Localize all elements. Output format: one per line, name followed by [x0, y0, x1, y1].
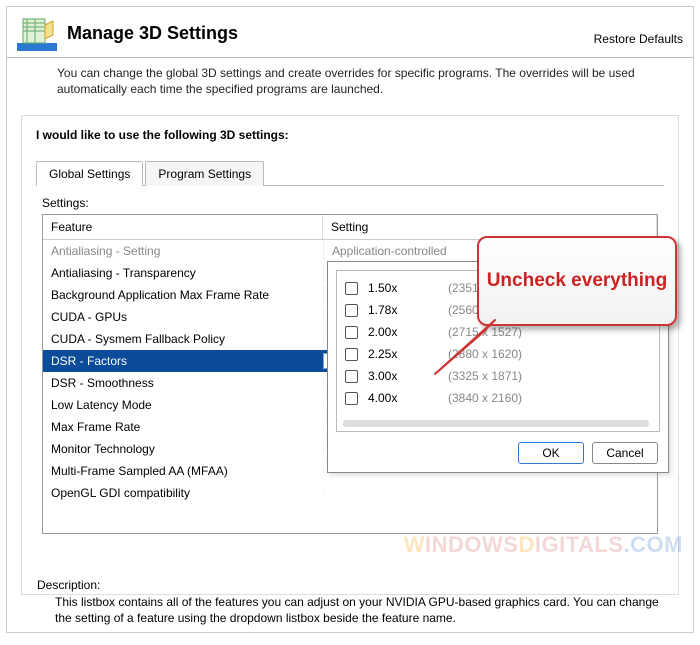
- settings-label: Settings:: [42, 196, 658, 210]
- callout-text: Uncheck everything: [487, 269, 668, 293]
- feature-cell: OpenGL GDI compatibility: [43, 484, 323, 502]
- feature-cell: Max Frame Rate: [43, 418, 323, 436]
- ok-button[interactable]: OK: [518, 442, 584, 464]
- feature-cell: Low Latency Mode: [43, 396, 323, 414]
- column-header-feature[interactable]: Feature: [43, 215, 323, 239]
- checkbox[interactable]: [345, 282, 358, 295]
- feature-cell: CUDA - GPUs: [43, 308, 323, 326]
- dsr-factor-label: 4.00x: [368, 391, 448, 405]
- table-row[interactable]: OpenGL GDI compatibility: [43, 482, 657, 504]
- dsr-resolution-label: (3840 x 2160): [448, 391, 522, 405]
- checkbox[interactable]: [345, 326, 358, 339]
- setting-cell: [323, 491, 657, 495]
- dsr-factor-label: 1.50x: [368, 281, 448, 295]
- section-heading: I would like to use the following 3D set…: [36, 128, 664, 142]
- feature-cell: Antialiasing - Setting: [43, 242, 323, 260]
- checkbox[interactable]: [345, 370, 358, 383]
- cancel-button[interactable]: Cancel: [592, 442, 658, 464]
- intro-text: You can change the global 3D settings an…: [7, 58, 693, 105]
- feature-cell: CUDA - Sysmem Fallback Policy: [43, 330, 323, 348]
- horizontal-scrollbar[interactable]: [343, 420, 649, 427]
- feature-cell: Monitor Technology: [43, 440, 323, 458]
- description-label: Description:: [37, 578, 100, 592]
- checkbox[interactable]: [345, 304, 358, 317]
- feature-cell: Antialiasing - Transparency: [43, 264, 323, 282]
- feature-cell: Multi-Frame Sampled AA (MFAA): [43, 462, 323, 480]
- watermark: WINDOWSDIGITALS.COM: [404, 532, 683, 558]
- tab-global-settings[interactable]: Global Settings: [36, 161, 143, 186]
- restore-defaults-link[interactable]: Restore Defaults: [594, 32, 683, 46]
- page-title: Manage 3D Settings: [67, 23, 594, 44]
- feature-cell: DSR - Smoothness: [43, 374, 323, 392]
- feature-cell: DSR - Factors: [43, 352, 323, 370]
- tab-program-settings[interactable]: Program Settings: [145, 161, 264, 186]
- app-icon: [17, 13, 57, 53]
- checkbox[interactable]: [345, 348, 358, 361]
- feature-cell: Background Application Max Frame Rate: [43, 286, 323, 304]
- checkbox[interactable]: [345, 392, 358, 405]
- description-text: This listbox contains all of the feature…: [55, 594, 663, 626]
- dsr-option[interactable]: 4.00x(3840 x 2160): [345, 387, 651, 409]
- annotation-callout: Uncheck everything: [477, 236, 677, 326]
- tab-row: Global Settings Program Settings: [36, 160, 664, 186]
